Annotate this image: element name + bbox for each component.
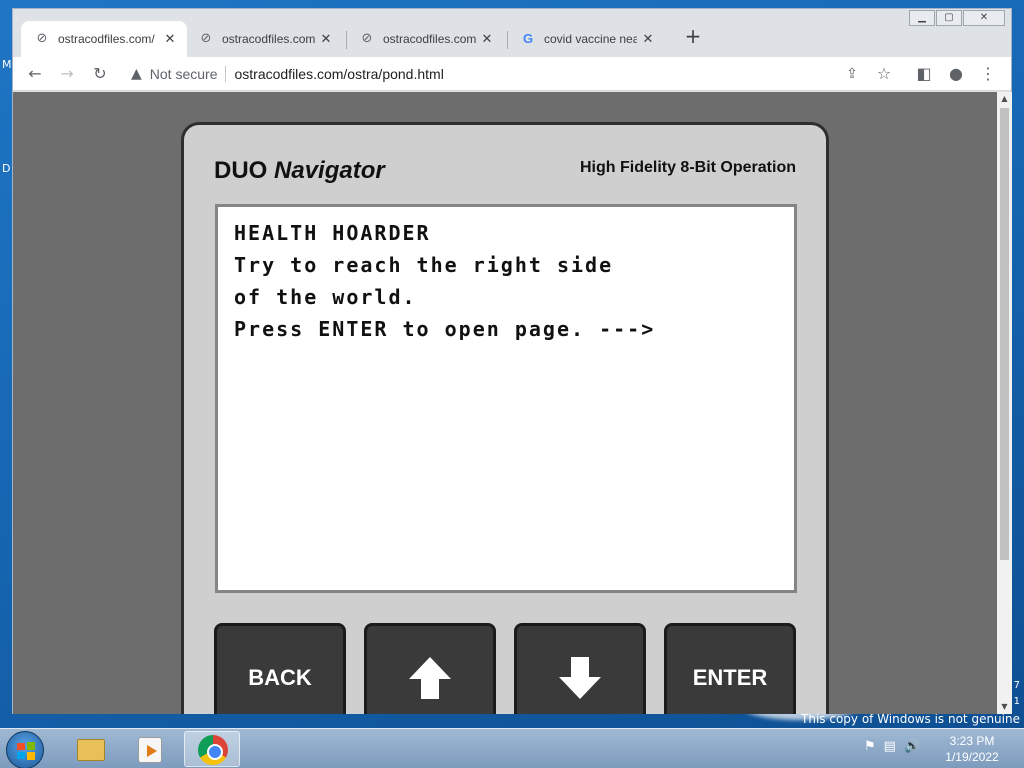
chrome-icon [198, 735, 228, 765]
screen-line: of the world. [234, 285, 417, 309]
media-player-icon [138, 737, 162, 763]
page-content: DUO Navigator High Fidelity 8-Bit Operat… [13, 92, 997, 714]
volume-icon[interactable]: 🔊 [904, 739, 920, 754]
enter-button[interactable]: ENTER [664, 623, 796, 714]
duo-navigator-device: DUO Navigator High Fidelity 8-Bit Operat… [181, 122, 829, 714]
up-arrow-icon [409, 657, 451, 699]
network-icon[interactable]: ▤ [884, 739, 896, 754]
tab-2[interactable]: ⊘ ostracodfiles.com/ ✕ [185, 21, 343, 57]
back-arrow-icon[interactable]: ← [23, 62, 47, 86]
brand-name: DUO [214, 157, 268, 184]
minimize-button[interactable]: ▁ [909, 10, 935, 26]
device-tagline: High Fidelity 8-Bit Operation [579, 159, 796, 176]
taskbar-clock[interactable]: 3:23 PM 1/19/2022 [930, 733, 1014, 765]
tab-3[interactable]: ⊘ ostracodfiles.com/ ✕ [346, 21, 504, 57]
folder-icon [77, 739, 105, 761]
action-center-icon[interactable]: ⚑ [864, 739, 876, 754]
maximize-button[interactable]: ▢ [936, 10, 962, 26]
browser-window: ⊘ ostracodfiles.com/ ✕ ⊘ ostracodfiles.c… [12, 8, 1012, 714]
google-icon: G [522, 31, 534, 46]
address-bar[interactable]: ▲ Not secure ostracodfiles.com/ostra/pon… [123, 60, 933, 88]
desktop-edge-label-right-2: 1 [1013, 696, 1020, 707]
star-icon[interactable]: ☆ [872, 62, 896, 86]
close-window-button[interactable]: ✕ [963, 10, 1005, 26]
omnibox-separator [225, 66, 227, 82]
warning-icon[interactable]: ▲ [131, 66, 142, 82]
desktop-icon-label-left-1: M [2, 58, 12, 71]
windows-genuine-notice: This copy of Windows is not genuine [801, 712, 1020, 726]
tab-1[interactable]: ⊘ ostracodfiles.com/ ✕ [21, 21, 187, 57]
side-panel-icon[interactable]: ◧ [912, 62, 936, 86]
new-tab-button[interactable]: + [681, 25, 705, 49]
windows-logo-icon [17, 742, 35, 760]
tab-4[interactable]: G covid vaccine near ✕ [507, 21, 665, 57]
ostracod-icon: ⊘ [36, 31, 48, 46]
clock-time: 3:23 PM [949, 734, 995, 748]
browser-toolbar: ← → ↻ ▲ Not secure ostracodfiles.com/ost… [13, 57, 1011, 91]
screen-line-prompt: Press ENTER to open page. ---> [234, 317, 656, 341]
window-controls: ▁ ▢ ✕ [909, 10, 1005, 26]
scroll-thumb[interactable] [1000, 108, 1009, 560]
taskbar-chrome[interactable] [184, 731, 240, 767]
taskbar: ⚑ ▤ 🔊 3:23 PM 1/19/2022 [0, 728, 1024, 768]
tab-title: ostracodfiles.com/ [222, 32, 315, 46]
close-icon[interactable]: ✕ [641, 32, 655, 47]
start-button[interactable] [6, 731, 44, 768]
device-screen: HEALTH HOARDER Try to reach the right si… [215, 204, 797, 593]
ostracod-icon: ⊘ [361, 31, 373, 46]
up-button[interactable] [364, 623, 496, 714]
device-brand: DUO Navigator [214, 157, 385, 185]
screen-line-title: HEALTH HOARDER [234, 221, 431, 245]
down-arrow-icon [559, 657, 601, 699]
desktop-edge-label-right-1: 7 [1013, 680, 1020, 691]
clock-date: 1/19/2022 [945, 750, 999, 764]
profile-icon[interactable]: ● [944, 62, 968, 86]
brand-italic: Navigator [274, 157, 385, 184]
taskbar-media-player[interactable] [120, 731, 176, 767]
close-icon[interactable]: ✕ [480, 32, 494, 47]
reload-icon[interactable]: ↻ [88, 62, 112, 86]
tab-title: ostracodfiles.com/ [383, 32, 476, 46]
taskbar-explorer[interactable] [60, 731, 116, 767]
desktop-icon-label-left-2: D [2, 162, 11, 175]
ostracod-icon: ⊘ [200, 31, 212, 46]
forward-arrow-icon[interactable]: → [55, 62, 79, 86]
down-button[interactable] [514, 623, 646, 714]
share-icon[interactable]: ⇪ [840, 62, 864, 86]
back-button[interactable]: BACK [214, 623, 346, 714]
tab-title: covid vaccine near [544, 32, 637, 46]
url-text[interactable]: ostracodfiles.com/ostra/pond.html [234, 66, 443, 82]
menu-icon[interactable]: ⋮ [976, 62, 1000, 86]
tab-title: ostracodfiles.com/ [58, 32, 155, 46]
close-icon[interactable]: ✕ [163, 32, 177, 47]
screen-line: Try to reach the right side [234, 253, 614, 277]
system-tray: ⚑ ▤ 🔊 [864, 739, 920, 754]
scroll-down-icon[interactable]: ▼ [997, 700, 1012, 714]
tab-strip: ⊘ ostracodfiles.com/ ✕ ⊘ ostracodfiles.c… [13, 9, 1011, 57]
page-scrollbar[interactable]: ▲ ▼ [997, 92, 1012, 714]
scroll-up-icon[interactable]: ▲ [997, 92, 1012, 106]
security-label[interactable]: Not secure [150, 66, 218, 82]
device-button-row: BACK ENTER [214, 623, 798, 714]
close-icon[interactable]: ✕ [319, 32, 333, 47]
